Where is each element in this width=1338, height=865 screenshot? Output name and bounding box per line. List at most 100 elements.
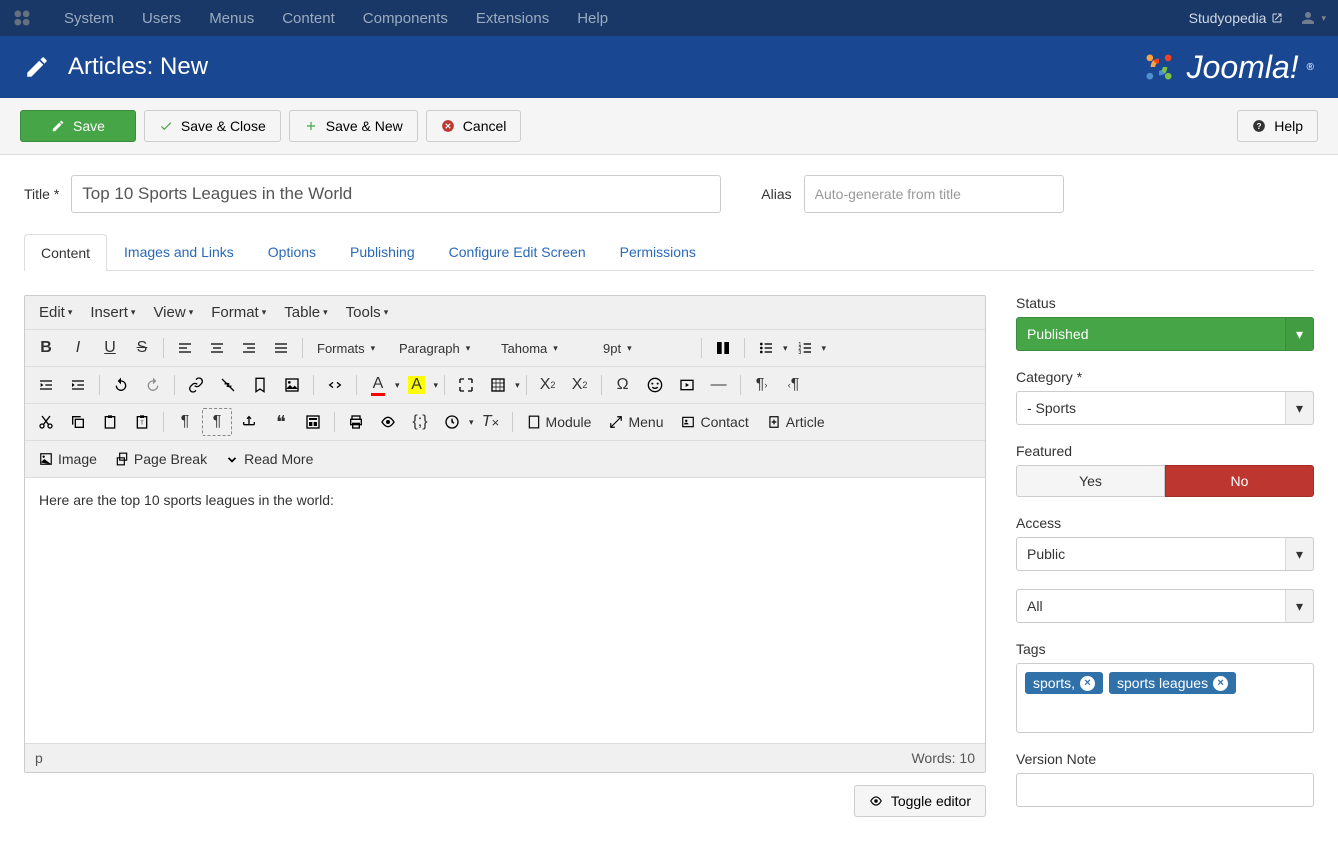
tab-edit-screen[interactable]: Configure Edit Screen <box>432 233 603 270</box>
menu-system[interactable]: System <box>50 10 128 27</box>
element-path[interactable]: p <box>35 750 43 766</box>
editor-menu-format[interactable]: Format▾ <box>211 304 266 321</box>
code-icon[interactable] <box>320 371 350 399</box>
tab-content[interactable]: Content <box>24 234 107 271</box>
paste-text-icon[interactable]: T <box>127 408 157 436</box>
save-close-button[interactable]: Save & Close <box>144 110 281 142</box>
underline-icon[interactable]: U <box>95 334 125 362</box>
tab-images-links[interactable]: Images and Links <box>107 233 251 270</box>
status-select[interactable]: Published ▾ <box>1016 317 1314 351</box>
subscript-icon[interactable]: X2 <box>533 371 563 399</box>
cancel-button[interactable]: Cancel <box>426 110 522 142</box>
indent-icon[interactable] <box>63 371 93 399</box>
align-center-icon[interactable] <box>202 334 232 362</box>
tab-permissions[interactable]: Permissions <box>603 233 713 270</box>
media-icon[interactable] <box>672 371 702 399</box>
alias-input[interactable] <box>804 175 1064 213</box>
tag-item[interactable]: sports,× <box>1025 672 1103 694</box>
save-new-button[interactable]: Save & New <box>289 110 418 142</box>
site-link[interactable]: Studyopedia <box>1189 10 1284 26</box>
superscript-icon[interactable]: X2 <box>565 371 595 399</box>
help-button[interactable]: ? Help <box>1237 110 1318 142</box>
datetime-icon[interactable] <box>437 408 467 436</box>
undo-icon[interactable] <box>106 371 136 399</box>
formats-select[interactable]: Formats▾ <box>309 338 389 359</box>
clear-format-icon[interactable]: T× <box>476 408 506 436</box>
tags-input[interactable]: sports,× sports leagues× <box>1016 663 1314 733</box>
italic-icon[interactable]: I <box>63 334 93 362</box>
featured-no[interactable]: No <box>1165 465 1314 497</box>
user-caret[interactable]: ▾ <box>1321 13 1326 24</box>
editor-menu-view[interactable]: View▾ <box>153 304 193 321</box>
show-blocks-icon[interactable]: ¶ <box>202 408 232 436</box>
contact-button[interactable]: Contact <box>673 408 756 436</box>
title-input[interactable] <box>71 175 721 213</box>
menu-button[interactable]: Menu <box>601 408 671 436</box>
menu-menus[interactable]: Menus <box>195 10 268 27</box>
number-list-icon[interactable]: 123 <box>790 334 820 362</box>
module-button[interactable]: Module <box>519 408 600 436</box>
user-icon[interactable] <box>1299 9 1317 27</box>
ltr-icon[interactable]: ¶› <box>747 371 777 399</box>
menu-extensions[interactable]: Extensions <box>462 10 563 27</box>
template-icon[interactable] <box>298 408 328 436</box>
align-left-icon[interactable] <box>170 334 200 362</box>
tag-remove-icon[interactable]: × <box>1080 676 1095 691</box>
cut-icon[interactable] <box>31 408 61 436</box>
link-icon[interactable] <box>181 371 211 399</box>
outdent-icon[interactable] <box>31 371 61 399</box>
bullet-list-icon[interactable] <box>751 334 781 362</box>
copy-icon[interactable] <box>63 408 93 436</box>
redo-icon[interactable] <box>138 371 168 399</box>
bold-icon[interactable]: B <box>31 334 61 362</box>
fullscreen-icon[interactable] <box>451 371 481 399</box>
image-icon[interactable] <box>277 371 307 399</box>
block-select[interactable]: Paragraph▾ <box>391 338 491 359</box>
article-button[interactable]: Article <box>759 408 833 436</box>
strike-icon[interactable]: S <box>127 334 157 362</box>
tab-options[interactable]: Options <box>251 233 333 270</box>
table-icon[interactable] <box>483 371 513 399</box>
align-right-icon[interactable] <box>234 334 264 362</box>
editor-menu-tools[interactable]: Tools▾ <box>346 304 389 321</box>
rtl-icon[interactable]: ‹¶ <box>779 371 809 399</box>
bg-color-icon[interactable]: A <box>402 371 432 399</box>
readmore-split-icon[interactable] <box>708 334 738 362</box>
read-more-button[interactable]: Read More <box>217 445 321 473</box>
fontsize-select[interactable]: 9pt▾ <box>595 338 695 359</box>
insert-image-button[interactable]: Image <box>31 445 105 473</box>
page-break-button[interactable]: Page Break <box>107 445 215 473</box>
tag-item[interactable]: sports leagues× <box>1109 672 1236 694</box>
emoji-icon[interactable] <box>640 371 670 399</box>
editor-menu-insert[interactable]: Insert▾ <box>90 304 135 321</box>
print-icon[interactable] <box>341 408 371 436</box>
font-select[interactable]: Tahoma▾ <box>493 338 593 359</box>
code-sample-icon[interactable]: {;} <box>405 408 435 436</box>
tab-publishing[interactable]: Publishing <box>333 233 432 270</box>
blockquote-icon[interactable]: ❝ <box>266 408 296 436</box>
hr-icon[interactable]: — <box>704 371 734 399</box>
nbsp-icon[interactable] <box>234 408 264 436</box>
editor-menu-table[interactable]: Table▾ <box>284 304 327 321</box>
version-note-input[interactable] <box>1016 773 1314 807</box>
menu-content[interactable]: Content <box>268 10 349 27</box>
toggle-editor-button[interactable]: Toggle editor <box>854 785 986 817</box>
show-invisible-icon[interactable]: ¶ <box>170 408 200 436</box>
menu-components[interactable]: Components <box>349 10 462 27</box>
unlink-icon[interactable] <box>213 371 243 399</box>
category-select[interactable]: - Sports ▾ <box>1016 391 1314 425</box>
save-button[interactable]: Save <box>20 110 136 142</box>
language-select[interactable]: All ▾ <box>1016 589 1314 623</box>
menu-help[interactable]: Help <box>563 10 622 27</box>
text-color-icon[interactable]: A <box>363 371 393 399</box>
align-justify-icon[interactable] <box>266 334 296 362</box>
special-char-icon[interactable]: Ω <box>608 371 638 399</box>
editor-menu-edit[interactable]: Edit▾ <box>39 304 72 321</box>
preview-icon[interactable] <box>373 408 403 436</box>
access-select[interactable]: Public ▾ <box>1016 537 1314 571</box>
featured-yes[interactable]: Yes <box>1016 465 1165 497</box>
editor-body[interactable]: Here are the top 10 sports leagues in th… <box>25 478 985 743</box>
menu-users[interactable]: Users <box>128 10 195 27</box>
tag-remove-icon[interactable]: × <box>1213 676 1228 691</box>
anchor-icon[interactable] <box>245 371 275 399</box>
